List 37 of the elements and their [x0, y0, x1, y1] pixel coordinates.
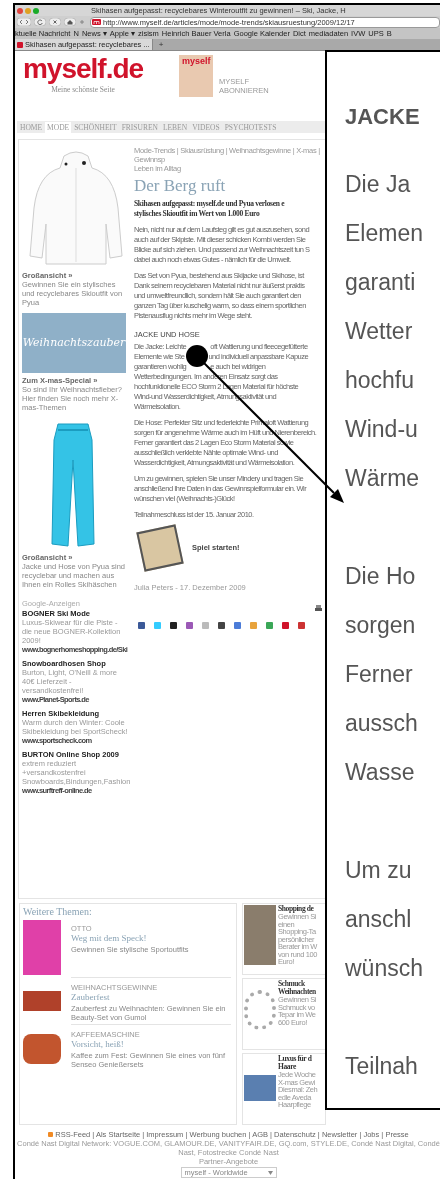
share-icon — [154, 622, 161, 630]
callout-heading: JACKE — [345, 103, 421, 131]
photo-placeholder — [244, 905, 276, 965]
site-logo[interactable]: myself.de — [22, 55, 144, 83]
home-icon — [64, 18, 76, 26]
section-title: Weitere Themen: — [23, 905, 93, 918]
article-title: Der Berg ruft — [134, 176, 227, 196]
share-icon — [218, 622, 225, 630]
back-forward-icon — [17, 18, 31, 26]
share-icon — [266, 622, 273, 630]
photo-placeholder — [23, 1034, 61, 1064]
share-icon — [234, 622, 241, 630]
add-icon — [79, 19, 85, 25]
callout-text: Um zu anschl wünsch — [345, 856, 424, 983]
callout-text: Teilnah — [345, 1052, 419, 1081]
share-icon — [250, 622, 257, 630]
site-icon — [92, 19, 101, 25]
photo-placeholder — [244, 1075, 276, 1101]
necklace-drawing — [244, 990, 276, 1030]
reload-icon — [34, 18, 46, 26]
site-icon — [17, 41, 23, 48]
rss-icon — [48, 1132, 54, 1137]
share-icon — [138, 622, 145, 630]
share-icon — [186, 622, 193, 630]
dropdown-icon — [267, 1170, 273, 1175]
share-icon — [298, 622, 305, 630]
share-icon — [282, 622, 289, 630]
stop-icon — [49, 18, 61, 26]
photo-placeholder — [23, 920, 61, 975]
magazine-cover[interactable]: myself — [179, 55, 213, 97]
callout-text: Die Ho sorgen Ferner aussch Wasse — [345, 562, 419, 787]
share-icon — [202, 622, 209, 630]
share-icon — [170, 622, 177, 630]
new-tab-button[interactable]: + — [158, 40, 164, 50]
callout-text: Die Ja Elemen garanti Wetter hochfu Wind-u Wärme — [345, 170, 424, 493]
printer-icon — [315, 605, 322, 613]
photo-placeholder — [23, 991, 61, 1011]
